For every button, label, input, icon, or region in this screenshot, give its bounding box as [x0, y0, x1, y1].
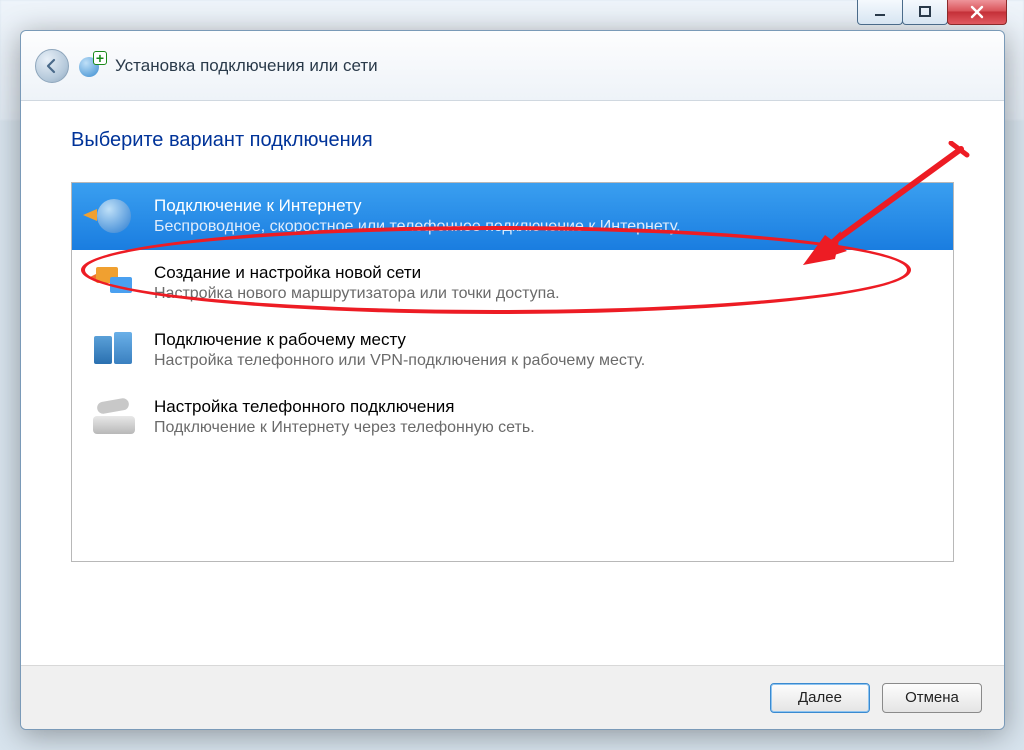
- wizard-window: + Установка подключения или сети Выберит…: [20, 30, 1005, 730]
- cancel-button[interactable]: Отмена: [882, 683, 982, 713]
- option-desc: Настройка телефонного или VPN-подключени…: [154, 351, 645, 372]
- arrow-left-icon: [43, 57, 61, 75]
- option-title: Подключение к рабочему месту: [154, 329, 645, 351]
- network-wizard-icon: +: [79, 53, 105, 79]
- option-new-network[interactable]: Создание и настройка новой сети Настройк…: [72, 250, 953, 317]
- window-title: Установка подключения или сети: [115, 56, 378, 76]
- minimize-button[interactable]: [857, 0, 903, 25]
- option-desc: Подключение к Интернету через телефонную…: [154, 418, 535, 439]
- internet-icon: [90, 196, 138, 236]
- wizard-footer: Далее Отмена: [21, 665, 1004, 729]
- workplace-icon: [90, 330, 138, 370]
- wizard-header: + Установка подключения или сети: [21, 31, 1004, 101]
- option-internet[interactable]: Подключение к Интернету Беспроводное, ск…: [72, 183, 953, 250]
- option-title: Создание и настройка новой сети: [154, 262, 560, 284]
- option-title: Подключение к Интернету: [154, 195, 681, 217]
- close-button[interactable]: [947, 0, 1007, 25]
- back-button[interactable]: [35, 49, 69, 83]
- wizard-body: Выберите вариант подключения Подключение…: [21, 101, 1004, 582]
- option-workplace[interactable]: Подключение к рабочему месту Настройка т…: [72, 317, 953, 384]
- option-title: Настройка телефонного подключения: [154, 396, 535, 418]
- maximize-button[interactable]: [902, 0, 948, 25]
- option-desc: Настройка нового маршрутизатора или точк…: [154, 284, 560, 305]
- window-controls: [858, 0, 1007, 33]
- phone-icon: [90, 397, 138, 437]
- option-dialup[interactable]: Настройка телефонного подключения Подклю…: [72, 384, 953, 451]
- page-heading: Выберите вариант подключения: [71, 129, 954, 152]
- next-button[interactable]: Далее: [770, 683, 870, 713]
- new-network-icon: [90, 263, 138, 303]
- options-list: Подключение к Интернету Беспроводное, ск…: [71, 182, 954, 562]
- option-desc: Беспроводное, скоростное или телефонное …: [154, 217, 681, 238]
